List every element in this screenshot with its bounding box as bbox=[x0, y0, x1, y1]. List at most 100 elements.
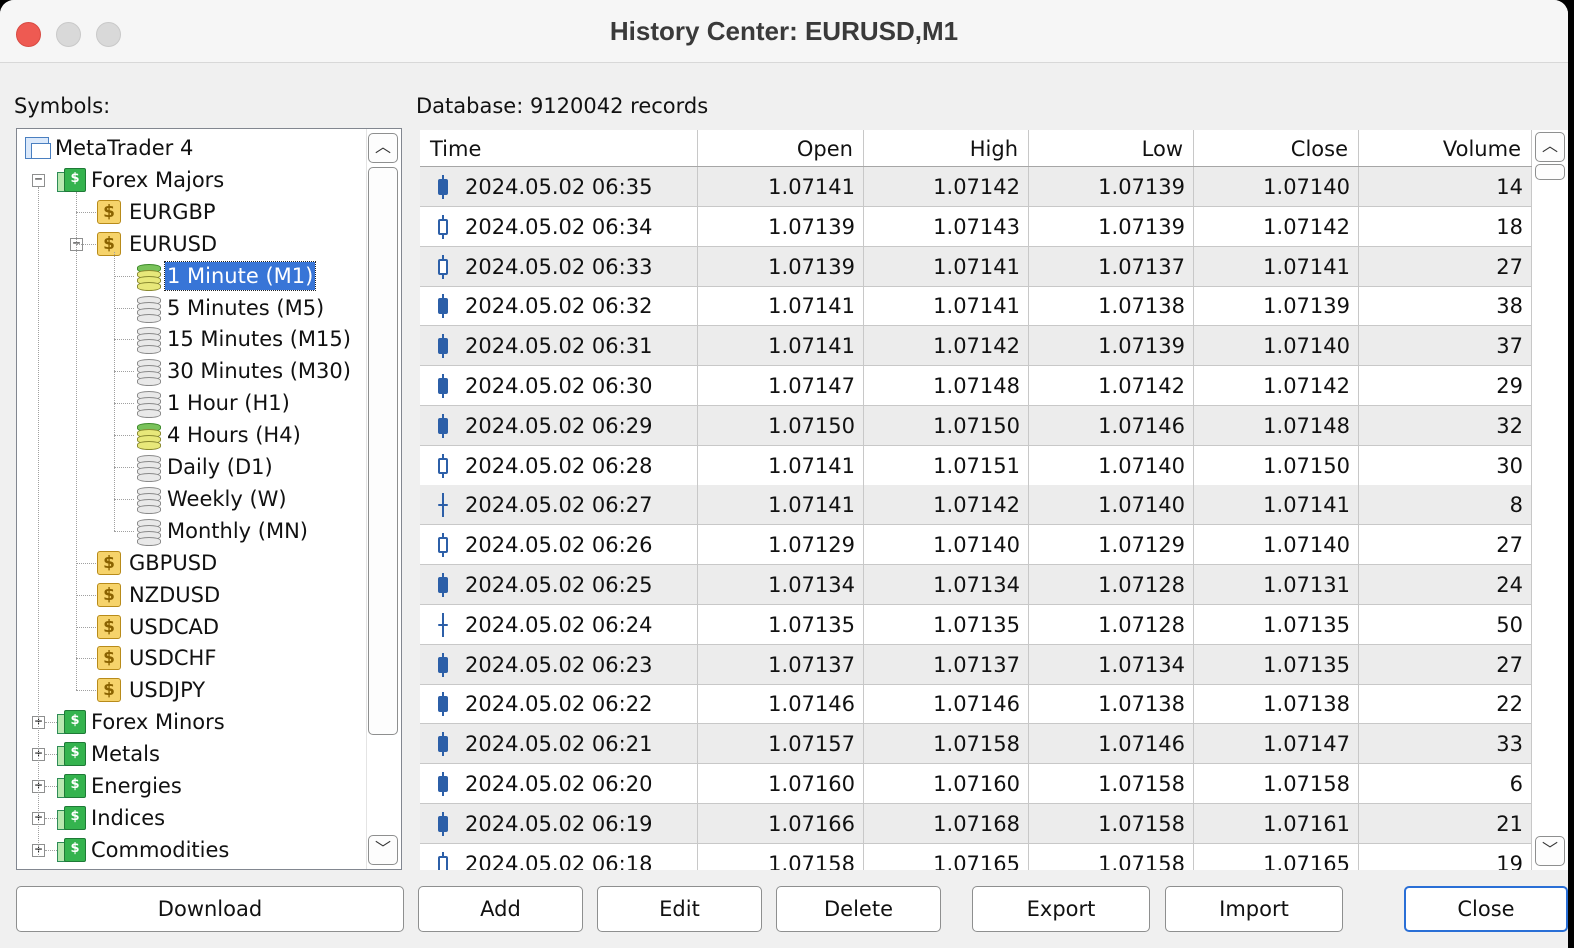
tree-group-forex-majors[interactable]: $ Forex Majors bbox=[57, 165, 226, 195]
collapse-icon[interactable]: − bbox=[32, 173, 45, 187]
tree-symbol-usdjpy[interactable]: $ USDJPY bbox=[97, 675, 207, 705]
table-row[interactable]: 2024.05.02 06:27 1.07141 1.07142 1.07140 1.0… bbox=[420, 485, 1532, 526]
table-scrollbar[interactable]: ︿ ﹀ bbox=[1532, 130, 1568, 870]
cell-low: 1.07139 bbox=[1029, 167, 1194, 206]
table-row[interactable]: 2024.05.02 06:32 1.07141 1.07141 1.07138 1.0… bbox=[420, 286, 1532, 327]
tree-scroll-down-button[interactable]: ﹀ bbox=[368, 835, 398, 865]
column-header-time[interactable]: Time bbox=[420, 130, 698, 166]
table-row[interactable]: 2024.05.02 06:35 1.07141 1.07142 1.07139 1.0… bbox=[420, 167, 1532, 207]
symbols-tree[interactable]: ︿ ﹀ MetaTrader 4 $ Forex Majors − $ EURGBP $ EU… bbox=[16, 128, 402, 870]
close-button-label: Close bbox=[1457, 897, 1515, 921]
cell-high: 1.07143 bbox=[864, 206, 1029, 246]
table-row[interactable]: 2024.05.02 06:31 1.07141 1.07142 1.07139 1.0… bbox=[420, 326, 1532, 367]
tree-timeframe-6[interactable]: Daily (D1) bbox=[135, 452, 275, 482]
table-row[interactable]: 2024.05.02 06:20 1.07160 1.07160 1.07158 1.0… bbox=[420, 764, 1532, 804]
tree-item-label: 15 Minutes (M15) bbox=[167, 327, 351, 352]
tree-timeframe-1[interactable]: 5 Minutes (M5) bbox=[135, 293, 326, 323]
tree-timeframe-2[interactable]: 15 Minutes (M15) bbox=[135, 324, 353, 355]
tree-group-metals[interactable]: $ Metals bbox=[57, 739, 162, 769]
column-header-open[interactable]: Open bbox=[698, 130, 864, 166]
cell-close: 1.07131 bbox=[1194, 565, 1359, 604]
download-button[interactable]: Download bbox=[16, 886, 404, 932]
table-row[interactable]: 2024.05.02 06:22 1.07146 1.07146 1.07138 1.0… bbox=[420, 684, 1532, 725]
tree-group-commodities[interactable]: $ Commodities bbox=[57, 835, 231, 865]
cell-low: 1.07139 bbox=[1029, 326, 1194, 366]
tree-symbol-usdcad[interactable]: $ USDCAD bbox=[97, 612, 221, 642]
cell-low: 1.07128 bbox=[1029, 565, 1194, 604]
tree-item-label: Indices bbox=[91, 805, 166, 830]
tree-connector-horizontal bbox=[76, 562, 96, 564]
table-row[interactable]: 2024.05.02 06:21 1.07157 1.07158 1.07146 1.0… bbox=[420, 724, 1532, 765]
table-row[interactable]: 2024.05.02 06:25 1.07134 1.07134 1.07128 1.0… bbox=[420, 565, 1532, 605]
cell-high: 1.07142 bbox=[864, 485, 1029, 525]
tree-item-label: Daily (D1) bbox=[167, 455, 273, 479]
tree-item-label: Forex Minors bbox=[91, 710, 225, 735]
tree-symbol-usdchf[interactable]: $ USDCHF bbox=[97, 643, 218, 673]
export-button[interactable]: Export bbox=[972, 886, 1150, 932]
cell-volume: 27 bbox=[1359, 246, 1532, 286]
tree-symbol-eurusd[interactable]: $ EURUSD bbox=[97, 229, 219, 259]
tree-timeframe-5[interactable]: 4 Hours (H4) bbox=[135, 420, 303, 451]
candle-bull-icon bbox=[438, 851, 448, 870]
table-row[interactable]: 2024.05.02 06:24 1.07135 1.07135 1.07128 1.0… bbox=[420, 604, 1532, 645]
tree-timeframe-3[interactable]: 30 Minutes (M30) bbox=[135, 356, 353, 387]
tree-group-energies[interactable]: $ Energies bbox=[57, 771, 184, 801]
cell-volume: 32 bbox=[1359, 405, 1532, 445]
table-scroll-thumb[interactable] bbox=[1535, 164, 1565, 180]
candle-bull-icon bbox=[438, 214, 448, 239]
download-button-label: Download bbox=[157, 897, 263, 921]
symbol-icon: $ bbox=[97, 614, 121, 639]
column-header-low[interactable]: Low bbox=[1029, 130, 1194, 166]
add-button[interactable]: Add bbox=[418, 886, 583, 932]
tree-timeframe-0[interactable]: 1 Minute (M1) bbox=[135, 260, 317, 291]
cell-low: 1.07146 bbox=[1029, 724, 1194, 764]
tree-scroll-thumb[interactable] bbox=[368, 167, 398, 735]
table-row[interactable]: 2024.05.02 06:33 1.07139 1.07141 1.07137 1.0… bbox=[420, 246, 1532, 287]
cell-close: 1.07142 bbox=[1194, 366, 1359, 405]
table-row[interactable]: 2024.05.02 06:19 1.07166 1.07168 1.07158 1.0… bbox=[420, 803, 1532, 844]
edit-button[interactable]: Edit bbox=[597, 886, 762, 932]
column-header-high[interactable]: High bbox=[864, 130, 1029, 166]
column-header-close[interactable]: Close bbox=[1194, 130, 1359, 166]
candle-bear-icon bbox=[438, 175, 448, 199]
tree-timeframe-7[interactable]: Weekly (W) bbox=[135, 484, 289, 514]
column-header-volume[interactable]: Volume bbox=[1359, 130, 1532, 166]
tree-scroll-up-button[interactable]: ︿ bbox=[368, 133, 398, 163]
cell-close: 1.07135 bbox=[1194, 604, 1359, 644]
tree-symbol-gbpusd[interactable]: $ GBPUSD bbox=[97, 548, 219, 578]
tree-group-forex-minors[interactable]: $ Forex Minors bbox=[57, 707, 227, 737]
table-row[interactable]: 2024.05.02 06:30 1.07147 1.07148 1.07142 1.0… bbox=[420, 366, 1532, 406]
tree-root-terminal[interactable]: MetaTrader 4 bbox=[23, 133, 195, 163]
tree-connector-horizontal bbox=[76, 211, 96, 213]
table-scroll-up-button[interactable]: ︿ bbox=[1535, 132, 1565, 162]
tree-symbol-eurgbp[interactable]: $ EURGBP bbox=[97, 197, 218, 227]
table-row[interactable]: 2024.05.02 06:18 1.07158 1.07165 1.07158 1.0… bbox=[420, 843, 1532, 870]
history-table[interactable]: Time Open High Low Close Volume 2024.05.02 06… bbox=[420, 130, 1568, 870]
close-button[interactable]: Close bbox=[1404, 886, 1568, 932]
cell-low: 1.07158 bbox=[1029, 843, 1194, 870]
add-button-label: Add bbox=[480, 897, 521, 921]
cell-close: 1.07140 bbox=[1194, 525, 1359, 565]
table-row[interactable]: 2024.05.02 06:26 1.07129 1.07140 1.07129 1.0… bbox=[420, 525, 1532, 566]
cell-open: 1.07150 bbox=[698, 405, 864, 445]
table-row[interactable]: 2024.05.02 06:23 1.07137 1.07137 1.07134 1.0… bbox=[420, 644, 1532, 685]
table-row[interactable]: 2024.05.02 06:34 1.07139 1.07143 1.07139 1.0… bbox=[420, 206, 1532, 247]
delete-button[interactable]: Delete bbox=[776, 886, 941, 932]
import-button[interactable]: Import bbox=[1165, 886, 1343, 932]
table-row[interactable]: 2024.05.02 06:28 1.07141 1.07151 1.07140 1.0… bbox=[420, 445, 1532, 486]
time-value: 2024.05.02 06:29 bbox=[465, 413, 653, 438]
tree-group-indices[interactable]: $ Indices bbox=[57, 803, 167, 833]
cell-low: 1.07138 bbox=[1029, 286, 1194, 326]
candle-bear-icon bbox=[438, 413, 448, 438]
tree-item-label: NZDUSD bbox=[129, 582, 221, 607]
tree-timeframe-4[interactable]: 1 Hour (H1) bbox=[135, 388, 292, 419]
cell-volume: 14 bbox=[1359, 167, 1532, 206]
table-row[interactable]: 2024.05.02 06:29 1.07150 1.07150 1.07146 1.0… bbox=[420, 405, 1532, 446]
table-scroll-down-button[interactable]: ﹀ bbox=[1535, 836, 1565, 866]
tree-timeframe-8[interactable]: Monthly (MN) bbox=[135, 516, 310, 546]
cell-open: 1.07141 bbox=[698, 485, 864, 525]
tree-symbol-nzdusd[interactable]: $ NZDUSD bbox=[97, 580, 222, 610]
tree-scrollbar[interactable]: ︿ ﹀ bbox=[366, 129, 401, 869]
cell-volume: 19 bbox=[1359, 843, 1532, 870]
cell-high: 1.07134 bbox=[864, 565, 1029, 604]
